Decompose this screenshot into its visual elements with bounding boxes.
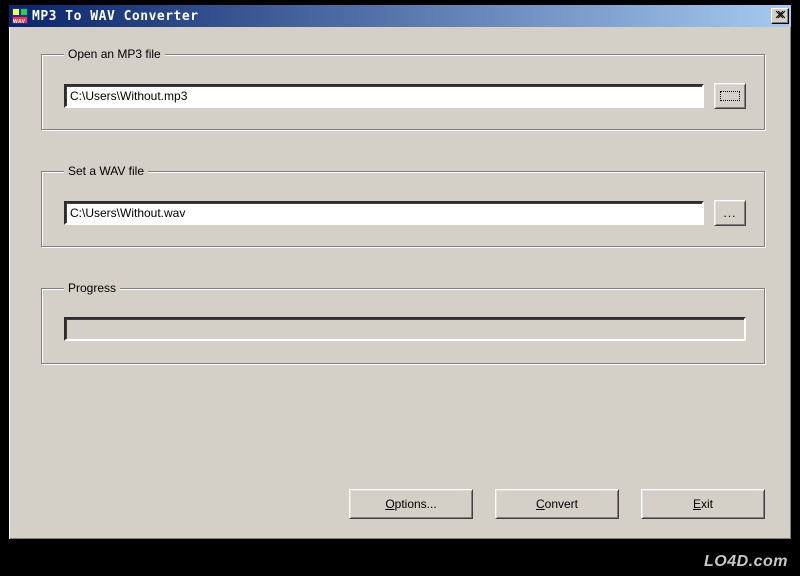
ellipsis-icon: ...: [723, 206, 736, 220]
exit-button[interactable]: Exit: [641, 489, 765, 519]
save-file-input[interactable]: [64, 201, 704, 225]
options-button[interactable]: Options...: [349, 489, 473, 519]
save-file-group: Set a WAV file ...: [41, 164, 765, 247]
progress-group: Progress: [41, 281, 765, 364]
browse-icon: [720, 91, 740, 101]
app-icon: WAV: [12, 8, 28, 24]
client-area: Open an MP3 file Set a WAV file ...: [13, 29, 787, 535]
svg-text:WAV: WAV: [13, 19, 26, 24]
open-file-input[interactable]: [64, 84, 704, 108]
progress-bar: [64, 317, 746, 341]
close-button[interactable]: [771, 8, 789, 24]
convert-button[interactable]: Convert: [495, 489, 619, 519]
watermark: LO4D.com: [704, 554, 788, 570]
main-window: WAV MP3 To WAV Converter Open an MP3 fil…: [8, 4, 792, 540]
button-bar: Options... Convert Exit: [349, 489, 765, 519]
open-browse-button[interactable]: [714, 83, 746, 109]
save-file-legend: Set a WAV file: [64, 164, 148, 178]
progress-legend: Progress: [64, 281, 120, 295]
open-file-group: Open an MP3 file: [41, 47, 765, 130]
window-title: MP3 To WAV Converter: [32, 9, 771, 24]
titlebar[interactable]: WAV MP3 To WAV Converter: [9, 5, 791, 27]
save-browse-button[interactable]: ...: [714, 200, 746, 226]
open-file-legend: Open an MP3 file: [64, 47, 165, 61]
